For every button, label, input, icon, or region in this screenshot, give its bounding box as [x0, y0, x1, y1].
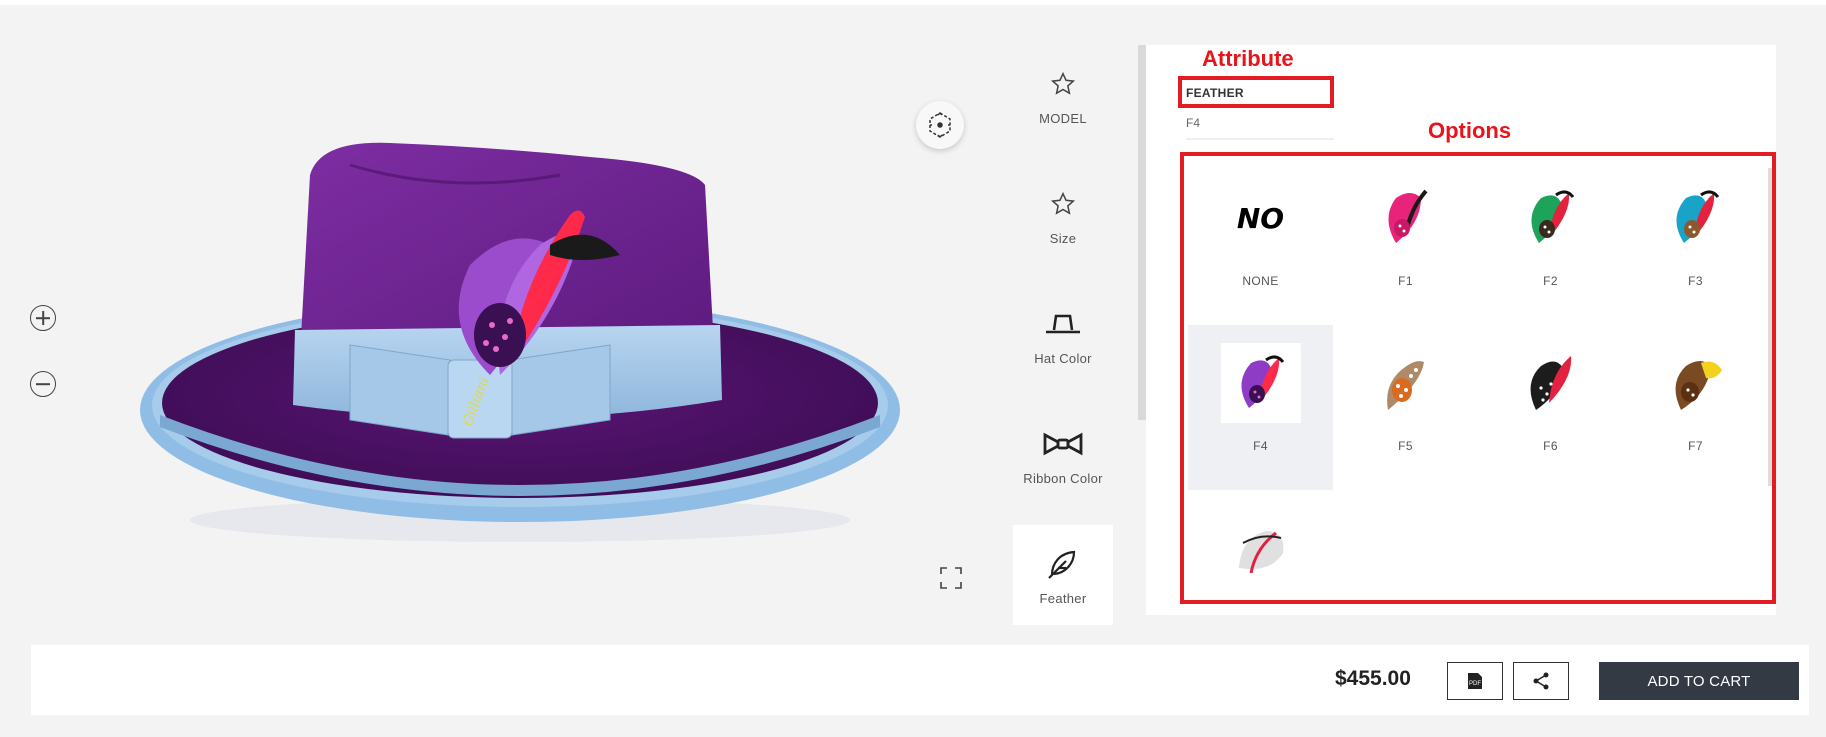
option-label: NONE [1242, 274, 1279, 288]
options-scrollbar[interactable] [1768, 168, 1772, 486]
option-label: F2 [1543, 274, 1558, 288]
feather-blue-red-image [1675, 190, 1719, 243]
fullscreen-icon [940, 567, 962, 589]
feather-brown-yellow-image [1675, 361, 1722, 410]
cube-rotate-icon [929, 112, 951, 138]
feather-black-red-image [1530, 356, 1571, 410]
ar-view-button[interactable] [916, 101, 964, 149]
zoom-out-button[interactable] [30, 371, 56, 397]
tab-model[interactable]: MODEL [1013, 45, 1113, 145]
attribute-value: F4 [1186, 116, 1201, 130]
options-grid: NO NONE F1 F2 F3 F4 F5 F6 F7 [1188, 160, 1768, 595]
option-label: F5 [1398, 439, 1413, 453]
tab-feather[interactable]: Feather [1013, 525, 1113, 625]
tab-label-ribbon-color: Ribbon Color [1023, 470, 1103, 486]
option-none[interactable]: NO NONE [1188, 160, 1333, 325]
add-to-cart-button[interactable]: ADD TO CART [1599, 662, 1799, 700]
feather-speckled-image [1386, 361, 1424, 410]
attribute-tabs: MODEL Size Hat Color Ribbon Color Feathe… [1013, 45, 1113, 645]
option-f7[interactable]: F7 [1623, 325, 1768, 490]
option-thumbnail [1365, 178, 1446, 258]
option-thumbnail [1220, 508, 1301, 588]
attribute-divider [1186, 138, 1334, 140]
option-f3[interactable]: F3 [1623, 160, 1768, 325]
option-label: F3 [1688, 274, 1703, 288]
tab-ribbon-color[interactable]: Ribbon Color [1013, 405, 1113, 505]
feather-icon [1048, 550, 1076, 579]
zoom-in-button[interactable] [30, 305, 56, 331]
hat-icon [1046, 314, 1080, 333]
option-thumbnail [1510, 178, 1591, 258]
hat-viewer[interactable]: Gilliani [0, 5, 1010, 645]
fullscreen-button[interactable] [938, 565, 964, 591]
option-thumbnail [1655, 178, 1736, 258]
tab-label-size: Size [1049, 230, 1077, 246]
pdf-icon: PDF [1468, 673, 1482, 689]
option-thumbnail [1220, 343, 1301, 423]
tab-hat-color[interactable]: Hat Color [1013, 285, 1113, 385]
star-icon [1050, 191, 1076, 215]
feather-translucent-image [1238, 531, 1283, 574]
tab-label-model: MODEL [1039, 110, 1087, 126]
tab-size[interactable]: Size [1013, 165, 1113, 265]
option-f4[interactable]: F4 [1188, 325, 1333, 490]
option-f1[interactable]: F1 [1333, 160, 1478, 325]
option-thumbnail [1365, 343, 1446, 423]
svg-text:PDF: PDF [1469, 681, 1481, 687]
option-thumbnail: NO [1220, 178, 1301, 258]
annotation-options-title: Options [1428, 118, 1512, 143]
tab-label-feather: Feather [1039, 590, 1087, 606]
share-icon [1533, 672, 1549, 690]
hat-3d-model[interactable]: Gilliani [130, 135, 910, 555]
tab-label-hat-color: Hat Color [1034, 350, 1092, 366]
option-f5[interactable]: F5 [1333, 325, 1478, 490]
option-label: F1 [1398, 274, 1413, 288]
panel-scrollbar-left[interactable] [1138, 45, 1146, 420]
option-f2[interactable]: F2 [1478, 160, 1623, 325]
feather-green-red-image [1530, 190, 1574, 243]
option-label: F6 [1543, 439, 1558, 453]
bottom-strip [0, 725, 1826, 737]
option-thumbnail [1655, 343, 1736, 423]
feather-pink-image [1388, 189, 1428, 243]
star-icon [1050, 71, 1076, 95]
option-f8[interactable] [1188, 490, 1333, 655]
share-button[interactable] [1513, 662, 1569, 700]
bowtie-icon [1043, 432, 1083, 455]
option-label: F7 [1688, 439, 1703, 453]
price: $455.00 [1335, 667, 1411, 690]
no-feather-text: NO [1236, 201, 1285, 235]
attribute-name: FEATHER [1186, 86, 1244, 100]
option-f6[interactable]: F6 [1478, 325, 1623, 490]
option-label: F4 [1253, 439, 1268, 453]
pdf-download-button[interactable]: PDF [1447, 662, 1503, 700]
option-thumbnail [1510, 343, 1591, 423]
annotation-attribute-title: Attribute [1202, 46, 1294, 71]
feather-purple-image [1240, 355, 1284, 408]
